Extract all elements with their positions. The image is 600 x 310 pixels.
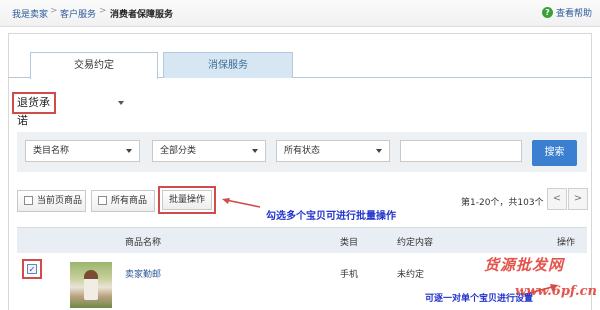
chevron-down-icon — [126, 149, 132, 153]
breadcrumb-current: 消费者保障服务 — [110, 10, 174, 20]
returns-promise-select[interactable]: 退货承诺 — [12, 92, 56, 127]
search-input[interactable] — [400, 140, 522, 162]
column-header-action: 操作 — [557, 238, 576, 248]
breadcrumb-separator: > — [99, 6, 107, 16]
search-button[interactable]: 搜索 — [532, 140, 577, 166]
category-select-value: 类目名称 — [33, 146, 70, 156]
tab-consumer-protection[interactable]: 消保服务 — [163, 52, 293, 78]
product-agreement: 未约定 — [397, 270, 425, 280]
column-header-name: 商品名称 — [125, 238, 162, 248]
checkbox[interactable] — [98, 196, 107, 205]
batch-annotation-text: 勾选多个宝贝可进行批量操作 — [266, 211, 396, 222]
status-select[interactable]: 所有状态 — [276, 140, 390, 162]
row-checkbox[interactable]: ✓ — [27, 264, 37, 274]
column-header-agreement: 约定内容 — [397, 238, 434, 248]
annotation-arrow-icon — [222, 198, 261, 208]
help-link[interactable]: ? 查看帮助 — [541, 6, 592, 19]
select-all-items-label: 所有商品 — [111, 196, 148, 206]
pagination-prev-button[interactable]: < — [547, 188, 567, 210]
chevron-down-icon — [252, 149, 258, 153]
category-select[interactable]: 类目名称 — [25, 140, 140, 162]
help-label: 查看帮助 — [555, 9, 592, 19]
status-select-value: 所有状态 — [284, 146, 321, 156]
tab-trade-agreement[interactable]: 交易约定 — [30, 52, 158, 79]
classification-select-value: 全部分类 — [160, 146, 197, 156]
product-category: 手机 — [340, 270, 359, 280]
select-all-items-button[interactable]: 所有商品 — [91, 190, 155, 212]
breadcrumb-item-seller[interactable]: 我是卖家 — [12, 7, 48, 20]
table-header: 商品名称 类目 约定内容 操作 — [17, 227, 587, 253]
product-thumbnail-figure — [84, 270, 98, 300]
checkbox[interactable] — [24, 196, 33, 205]
classification-select[interactable]: 全部分类 — [152, 140, 266, 162]
product-name-link[interactable]: 卖家勤邮 — [125, 267, 161, 280]
row-annotation-text: 可逐一对单个宝贝进行设置 — [425, 294, 534, 304]
select-current-page-button[interactable]: 当前页商品 — [17, 190, 86, 212]
breadcrumb-item-customer-service[interactable]: 客户服务 — [60, 7, 96, 20]
breadcrumb-bar: 我是卖家 > 客户服务 > 消费者保障服务 ? 查看帮助 — [0, 0, 600, 27]
pagination-next-button[interactable]: > — [568, 188, 588, 210]
column-header-category: 类目 — [340, 238, 359, 248]
chevron-down-icon — [376, 149, 382, 153]
select-current-page-label: 当前页商品 — [37, 196, 83, 206]
breadcrumb-separator: > — [50, 6, 58, 16]
watermark-logo: 货源批发网 — [484, 256, 565, 274]
batch-operation-button[interactable]: 批量操作 — [162, 190, 212, 210]
pagination-summary: 第1-20个，共103个 — [461, 198, 544, 208]
help-icon: ? — [541, 7, 553, 18]
chevron-down-icon[interactable] — [118, 101, 124, 105]
